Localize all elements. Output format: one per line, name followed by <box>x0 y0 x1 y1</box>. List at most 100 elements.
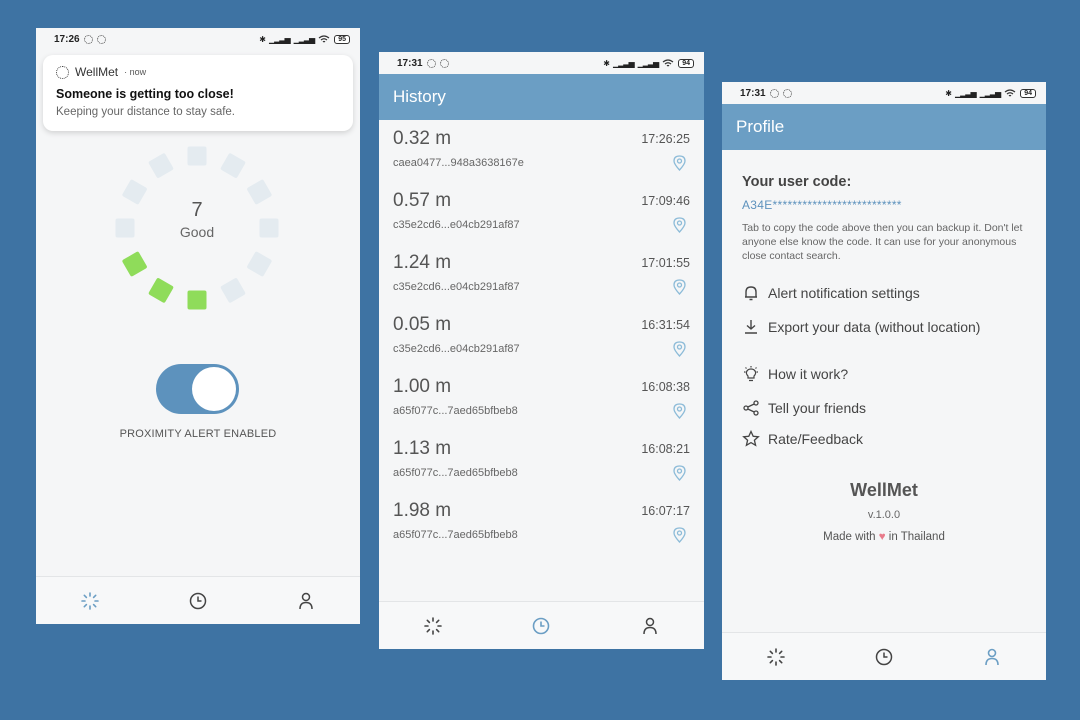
history-time: 16:08:38 <box>641 380 690 394</box>
nav-history[interactable] <box>521 606 561 646</box>
screen-live: 17:26 ✱ ▁▂▃▅ ▁▂▃▅ 95 WellMet · now Someo… <box>36 28 360 624</box>
history-icon <box>875 648 893 665</box>
location-pin-icon[interactable] <box>673 217 686 233</box>
status-bar: 17:31 ✱ ▁▂▃▅ ▁▂▃▅ 94 <box>379 52 704 74</box>
nav-profile[interactable] <box>630 606 670 646</box>
menu-label: Export your data (without location) <box>768 319 981 335</box>
menu-alert-settings[interactable]: Alert notification settings <box>742 279 1026 307</box>
signal-icon: ▁▂▃▅ <box>612 58 635 68</box>
history-item[interactable]: 1.24 m c35e2cd6...e04cb291af87 17:01:55 <box>379 244 704 306</box>
gauge-segment <box>220 153 246 178</box>
radar-icon <box>767 647 785 666</box>
profile-icon <box>985 648 999 665</box>
history-device-id: a65f077c...7aed65bfbeb8 <box>393 467 518 479</box>
signal-icon: ▁▂▃▅ <box>979 88 1002 98</box>
loading-icon <box>769 88 779 98</box>
download-icon <box>745 320 757 334</box>
battery-icon: 95 <box>334 34 350 44</box>
history-list: 0.32 m caea0477...948a3638167e 17:26:25 0.5… <box>379 120 704 554</box>
history-item[interactable]: 1.00 m a65f077c...7aed65bfbeb8 16:08:38 <box>379 368 704 430</box>
app-bar: Profile <box>722 104 1046 150</box>
notification-text: Keeping your distance to stay safe. <box>56 106 235 118</box>
wifi-icon <box>662 58 674 66</box>
bottom-nav <box>36 576 360 624</box>
nav-history[interactable] <box>178 581 218 621</box>
location-pin-icon[interactable] <box>673 155 686 171</box>
signal-icon: ▁▂▃▅ <box>293 34 316 44</box>
nav-history[interactable] <box>864 637 904 677</box>
menu-how-it-works[interactable]: How it work? <box>742 360 1026 388</box>
history-item[interactable]: 1.98 m a65f077c...7aed65bfbeb8 16:07:17 <box>379 492 704 554</box>
toggle-knob <box>192 367 236 411</box>
radar-icon <box>424 616 442 635</box>
share-icon <box>743 400 759 416</box>
history-device-id: caea0477...948a3638167e <box>393 157 524 169</box>
location-pin-icon[interactable] <box>673 341 686 357</box>
status-bar: 17:26 ✱ ▁▂▃▅ ▁▂▃▅ 95 <box>36 28 360 50</box>
history-device-id: a65f077c...7aed65bfbeb8 <box>393 529 518 541</box>
history-item[interactable]: 0.32 m caea0477...948a3638167e 17:26:25 <box>379 120 704 182</box>
history-item[interactable]: 1.13 m a65f077c...7aed65bfbeb8 16:08:21 <box>379 430 704 492</box>
toggle-label: PROXIMITY ALERT ENABLED <box>119 428 277 440</box>
app-icon <box>56 65 69 79</box>
user-code[interactable]: A34E************************** <box>742 198 1026 212</box>
nav-profile[interactable] <box>972 637 1012 677</box>
history-item[interactable]: 0.05 m c35e2cd6...e04cb291af87 16:31:54 <box>379 306 704 368</box>
menu-label: Alert notification settings <box>768 285 920 301</box>
bluetooth-icon: ✱ <box>259 34 266 44</box>
loading-icon <box>83 34 93 44</box>
user-code-help: Tab to copy the code above then you can … <box>742 222 1023 262</box>
radar-icon <box>81 591 99 610</box>
page-title: History <box>393 87 446 106</box>
menu-rate-feedback[interactable]: Rate/Feedback <box>742 425 1026 453</box>
heart-icon: ♥ <box>878 531 886 543</box>
signal-icon: ▁▂▃▅ <box>637 58 660 68</box>
loading-icon <box>782 88 792 98</box>
location-pin-icon[interactable] <box>673 279 686 295</box>
proximity-alert-toggle[interactable] <box>156 364 239 414</box>
bottom-nav <box>379 601 704 649</box>
nav-radar[interactable] <box>756 637 796 677</box>
history-device-id: c35e2cd6...e04cb291af87 <box>393 343 520 355</box>
gauge-segment <box>220 278 246 303</box>
bluetooth-icon: ✱ <box>603 58 610 68</box>
history-time: 16:08:21 <box>641 442 690 456</box>
gauge-label: Good <box>179 224 215 240</box>
location-pin-icon[interactable] <box>673 403 686 419</box>
profile-icon <box>299 592 313 609</box>
location-pin-icon[interactable] <box>673 527 686 543</box>
gauge-segment <box>187 290 207 310</box>
proximity-gauge: 7 Good <box>112 143 282 313</box>
gauge-segment <box>122 251 147 277</box>
history-device-id: c35e2cd6...e04cb291af87 <box>393 219 520 231</box>
history-item[interactable]: 0.57 m c35e2cd6...e04cb291af87 17:09:46 <box>379 182 704 244</box>
battery-icon: 94 <box>1020 88 1036 98</box>
status-time: 17:26 <box>54 33 80 45</box>
signal-icon: ▁▂▃▅ <box>954 88 977 98</box>
menu-export-data[interactable]: Export your data (without location) <box>742 313 1026 341</box>
location-pin-icon[interactable] <box>673 465 686 481</box>
nav-radar[interactable] <box>413 606 453 646</box>
page-title: Profile <box>736 117 785 136</box>
gauge-value: 7 <box>191 199 203 221</box>
loading-icon <box>426 58 436 68</box>
nav-radar[interactable] <box>70 581 110 621</box>
notification-card[interactable]: WellMet · now Someone is getting too clo… <box>43 55 353 131</box>
menu-tell-friends[interactable]: Tell your friends <box>742 394 1026 422</box>
lightbulb-icon <box>744 366 758 382</box>
about-section: WellMet v.1.0.0 Made with ♥ in Thailand <box>722 480 1046 543</box>
app-version: v.1.0.0 <box>867 509 901 521</box>
history-time: 17:09:46 <box>641 194 690 208</box>
notification-time: now <box>129 67 147 77</box>
history-device-id: c35e2cd6...e04cb291af87 <box>393 281 520 293</box>
battery-icon: 94 <box>678 58 694 68</box>
bluetooth-icon: ✱ <box>945 88 952 98</box>
app-name: WellMet <box>850 480 918 500</box>
profile-icon <box>643 617 657 634</box>
nav-profile[interactable] <box>286 581 326 621</box>
made-prefix: Made with <box>823 531 876 543</box>
made-suffix: in Thailand <box>888 531 945 543</box>
notification-title: Someone is getting too close! <box>56 87 234 101</box>
gauge-segment <box>148 153 174 178</box>
history-icon <box>533 617 550 634</box>
